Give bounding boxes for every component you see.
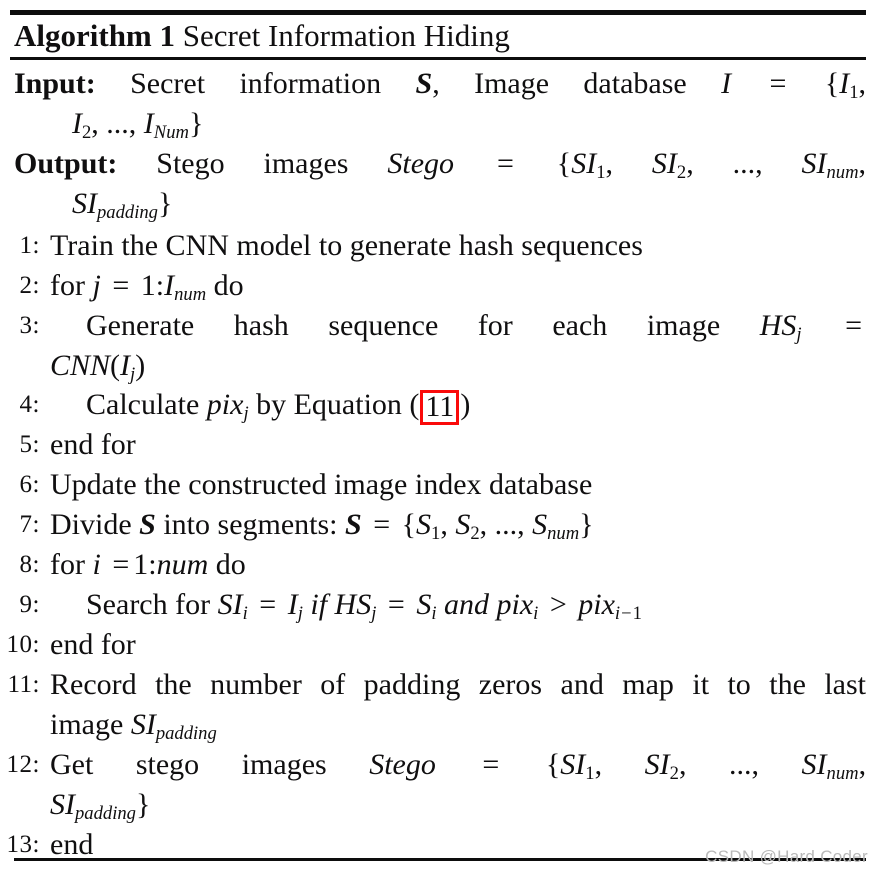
step-body: Generate hash sequence for each image HS… — [50, 309, 862, 386]
input-label: Input: — [14, 67, 96, 100]
step-number: 1: — [19, 232, 40, 259]
top-rule — [10, 10, 866, 15]
step-number: 4: — [19, 391, 40, 418]
step-number: 5: — [19, 431, 40, 458]
output-label: Output: — [14, 147, 118, 180]
step-body: for j = 1:Inum do — [50, 269, 244, 306]
step-number: 11: — [7, 671, 40, 698]
step-number: 6: — [19, 471, 40, 498]
input-line: Input: Secret information S, Image datab… — [14, 67, 867, 144]
step-body: Update the constructed image index datab… — [50, 468, 593, 501]
step-body: end for — [50, 428, 136, 461]
algorithm-block: Algorithm 1 Secret Information Hiding In… — [0, 0, 874, 882]
step-body: Search for SIi = Ij if HSj = Si and pixi… — [86, 588, 642, 625]
step-number: 12: — [6, 751, 40, 778]
step-number: 8: — [19, 551, 40, 578]
step-number: 2: — [19, 272, 40, 299]
algorithm-name: Secret Information Hiding — [182, 18, 510, 53]
step-body: end for — [50, 628, 136, 661]
title-separator-rule — [10, 57, 866, 60]
step-body: Record the number of padding zeros and m… — [50, 668, 866, 745]
step-body: Get stego images Stego = {SI1, SI2, ...,… — [50, 748, 867, 825]
step-number: 3: — [19, 312, 40, 339]
step-number: 10: — [6, 631, 40, 658]
equation-reference-highlight: 11 — [420, 390, 460, 425]
step-body: for i = 1:num do — [50, 548, 246, 581]
input-continuation: I2, ..., INum} — [72, 107, 204, 144]
output-continuation: SIpadding} — [72, 187, 173, 224]
csdn-watermark: CSDN @Hard Coder — [705, 847, 868, 866]
step-number: 13: — [6, 831, 40, 858]
algorithm-label: Algorithm 1 — [14, 18, 176, 53]
step-body: Calculate pixj by Equation (11) — [86, 388, 471, 425]
step-body: Train the CNN model to generate hash seq… — [50, 229, 643, 262]
algorithm-title: Algorithm 1 Secret Information Hiding — [14, 16, 864, 56]
step-number: 9: — [19, 591, 40, 618]
step-body: Divide S into segments: S = {S1, S2, ...… — [50, 508, 594, 545]
step-number: 7: — [19, 511, 40, 538]
output-line: Output: Stego images Stego = {SI1, SI2, … — [14, 147, 867, 224]
